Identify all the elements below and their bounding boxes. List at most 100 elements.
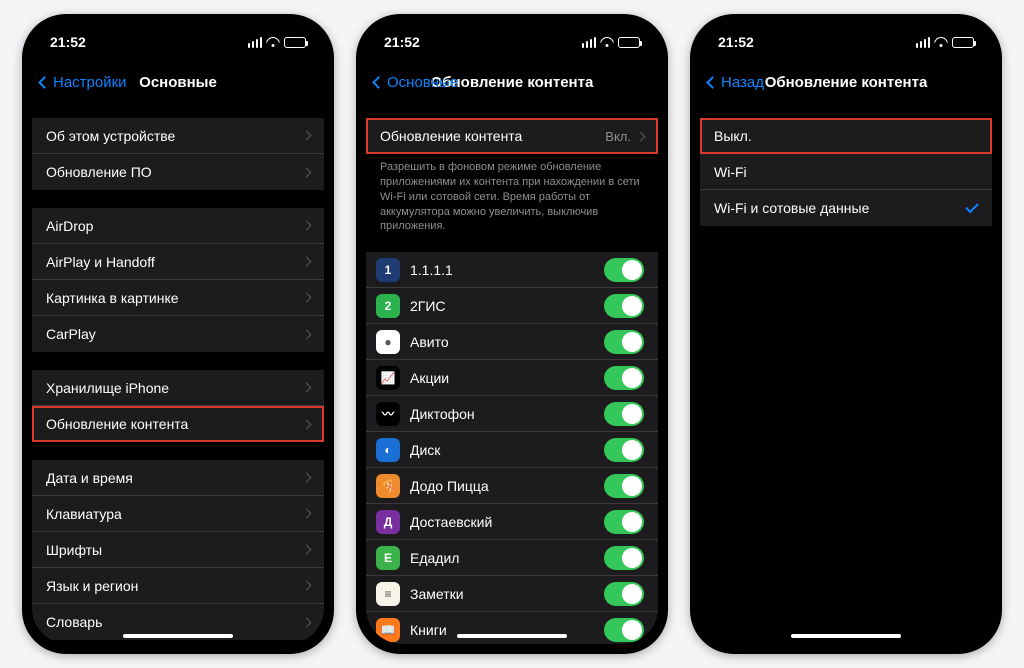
option-row[interactable]: Выкл. [700,118,992,154]
notch [776,24,916,46]
nav-bar: Настройки Основные [32,60,324,104]
row-label: Картинка в картинке [46,290,303,306]
app-row: 📖Книги [366,612,658,644]
phone-mockup-1: 21:52 Настройки Основные Об этом устройс… [22,14,334,654]
back-button[interactable]: Основные [374,74,458,91]
settings-group: Обновление контента Вкл. [366,118,658,154]
settings-row[interactable]: Дата и время [32,460,324,496]
toggle-switch[interactable] [604,366,644,390]
cellular-icon [582,37,597,48]
app-icon: ● [376,330,400,354]
row-label: Обновление контента [380,128,605,144]
settings-group: Хранилище iPhoneОбновление контента [32,370,324,442]
settings-row[interactable]: CarPlay [32,316,324,352]
chevron-right-icon [302,293,312,303]
screen: 21:52 Настройки Основные Об этом устройс… [32,24,324,644]
row-label: Язык и регион [46,578,303,594]
toggle-switch[interactable] [604,582,644,606]
settings-row[interactable]: Обновление ПО [32,154,324,190]
phone-mockup-2: 21:52 Основные Обновление контента Обнов… [356,14,668,654]
app-label: 2ГИС [410,298,594,314]
app-row: 〰Диктофон [366,396,658,432]
clock: 21:52 [50,34,86,50]
settings-row[interactable]: Картинка в картинке [32,280,324,316]
back-label: Основные [387,74,458,91]
cellular-icon [248,37,263,48]
status-icons [582,37,641,48]
option-row[interactable]: Wi-Fi и сотовые данные [700,190,992,226]
chevron-right-icon [636,131,646,141]
clock: 21:52 [718,34,754,50]
row-value: Вкл. [605,129,631,144]
clock: 21:52 [384,34,420,50]
app-icon: 2 [376,294,400,318]
app-label: Диктофон [410,406,594,422]
option-row[interactable]: Wi-Fi [700,154,992,190]
app-label: Авито [410,334,594,350]
notch [108,24,248,46]
settings-row[interactable]: Хранилище iPhone [32,370,324,406]
settings-row[interactable]: Обновление контента [32,406,324,442]
app-icon: 📈 [376,366,400,390]
app-row: ДДостаевский [366,504,658,540]
row-label: Шрифты [46,542,303,558]
option-label: Выкл. [714,128,978,144]
row-label: Обновление ПО [46,164,303,180]
settings-row[interactable]: Об этом устройстве [32,118,324,154]
back-button[interactable]: Назад [708,74,764,91]
settings-group: Дата и время Клавиатура Шрифты Язык и регио… [32,460,324,640]
app-icon: Д [376,510,400,534]
home-indicator[interactable] [457,634,567,638]
row-label: Клавиатура [46,506,303,522]
toggle-switch[interactable] [604,618,644,642]
toggle-switch[interactable] [604,294,644,318]
toggle-switch[interactable] [604,330,644,354]
cellular-icon [916,37,931,48]
settings-content[interactable]: Об этом устройстве Обновление ПО AirDropA… [32,104,324,644]
back-label: Настройки [53,74,127,91]
chevron-right-icon [302,473,312,483]
app-row: 11.1.1.1 [366,252,658,288]
group-footer: Разрешить в фоновом режиме обновление пр… [366,154,658,234]
back-button[interactable]: Настройки [40,74,127,91]
nav-bar: Основные Обновление контента [366,60,658,104]
home-indicator[interactable] [123,634,233,638]
row-label: CarPlay [46,326,303,342]
battery-icon [952,37,974,48]
app-icon: Е [376,546,400,570]
chevron-left-icon [706,76,719,89]
toggle-switch[interactable] [604,510,644,534]
toggle-switch[interactable] [604,474,644,498]
toggle-switch[interactable] [604,402,644,426]
chevron-left-icon [372,76,385,89]
settings-content[interactable]: Обновление контента Вкл. Разрешить в фон… [366,104,658,644]
chevron-right-icon [302,419,312,429]
chevron-right-icon [302,167,312,177]
status-icons [248,37,307,48]
toggle-switch[interactable] [604,258,644,282]
settings-group: AirDropAirPlay и Handoff Картинка в карти… [32,208,324,352]
settings-content[interactable]: Выкл. Wi-Fi Wi-Fi и сотовые данные [700,104,992,644]
screen: 21:52 Основные Обновление контента Обнов… [366,24,658,644]
app-label: Додо Пицца [410,478,594,494]
back-label: Назад [721,74,764,91]
chevron-right-icon [302,509,312,519]
app-label: 1.1.1.1 [410,262,594,278]
option-label: Wi-Fi и сотовые данные [714,200,966,216]
settings-row[interactable]: Шрифты [32,532,324,568]
settings-row[interactable]: AirPlay и Handoff [32,244,324,280]
chevron-right-icon [302,383,312,393]
toggle-switch[interactable] [604,438,644,462]
option-label: Wi-Fi [714,164,978,180]
app-label: Заметки [410,586,594,602]
app-icon: 📖 [376,618,400,642]
toggle-switch[interactable] [604,546,644,570]
apps-group: 11.1.1.122ГИС●Авито📈Акции〰Диктофон◐Диск🍕… [366,252,658,644]
settings-row[interactable]: Клавиатура [32,496,324,532]
settings-row[interactable]: AirDrop [32,208,324,244]
checkmark-icon [965,199,978,212]
background-refresh-row[interactable]: Обновление контента Вкл. [366,118,658,154]
settings-row[interactable]: Язык и регион [32,568,324,604]
battery-icon [618,37,640,48]
home-indicator[interactable] [791,634,901,638]
